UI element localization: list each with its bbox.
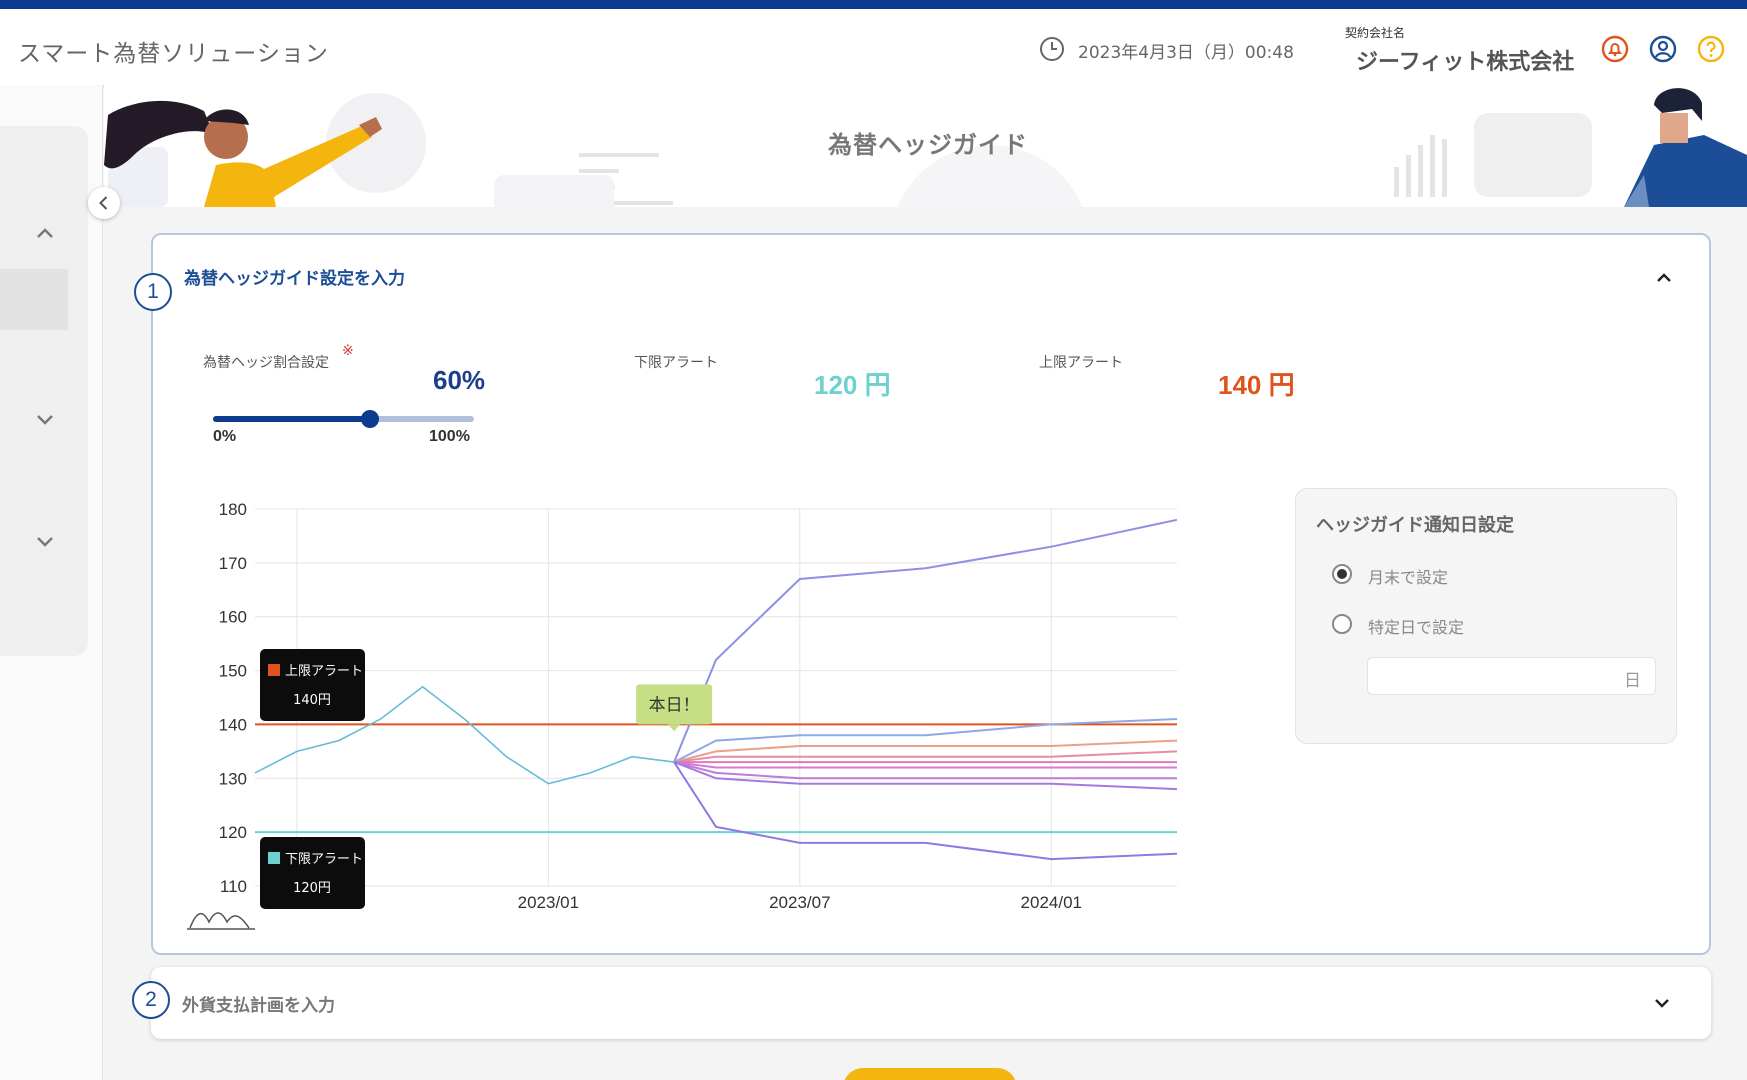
forecast-series-line	[673, 739, 1178, 764]
help-icon[interactable]	[1696, 34, 1726, 64]
y-tick-label: 180	[219, 500, 247, 519]
radio-label: 特定日で設定	[1368, 618, 1465, 637]
primary-action-button[interactable]	[843, 1068, 1017, 1080]
alert-badge-label: 上限アラート	[285, 664, 363, 679]
hedge-ratio-value: 60%	[433, 365, 486, 395]
alert-badge-value: 140円	[293, 693, 331, 708]
company-label: 契約会社名	[1345, 26, 1406, 40]
specific-day-input[interactable]: 日	[1367, 657, 1656, 695]
y-tick-label: 140	[219, 715, 247, 734]
chevron-up-icon[interactable]	[31, 220, 59, 248]
upper-alert-label: 上限アラート	[1039, 355, 1123, 371]
hedge-ratio-label: 為替ヘッジ割合設定	[203, 355, 329, 371]
company-name: ジーフィット株式会社	[1356, 50, 1575, 75]
sidebar-collapse-button[interactable]	[88, 187, 120, 219]
radio-label: 月末で設定	[1368, 568, 1449, 587]
app-header: スマート為替ソリューション 2023年4月3日（月）00:48 契約会社名 ジー…	[0, 9, 1747, 85]
step-number-badge: 1	[134, 273, 172, 311]
x-tick-label: 2024/01	[1021, 893, 1082, 912]
y-tick-label: 170	[219, 554, 247, 573]
sidebar-item-active[interactable]	[0, 269, 68, 330]
sidebar-panel	[0, 126, 88, 656]
chevron-up-icon[interactable]	[1651, 265, 1677, 291]
clock-icon	[1040, 37, 1064, 61]
required-mark: ※	[342, 343, 354, 359]
lower-alert-label: 下限アラート	[634, 355, 718, 371]
current-datetime: 2023年4月3日（月）00:48	[1078, 43, 1294, 63]
today-label: 本日！	[649, 695, 700, 715]
chevron-down-icon[interactable]	[1649, 990, 1675, 1016]
y-tick-label: 120	[219, 823, 247, 842]
x-tick-label: 2023/01	[518, 893, 579, 912]
chevron-down-icon[interactable]	[31, 527, 59, 555]
lower-alert-value: 120 円	[814, 370, 891, 400]
slider-fill	[213, 416, 370, 422]
today-badge: 本日！	[636, 684, 713, 732]
alert-badge-label: 下限アラート	[285, 852, 363, 867]
day-unit-label: 日	[1624, 671, 1641, 691]
chart-wave-icon	[187, 912, 255, 930]
radio-button[interactable]	[1332, 614, 1352, 634]
forecast-series-line	[673, 750, 1178, 764]
section-title[interactable]: 外貨支払計画を入力	[182, 991, 335, 1016]
slider-max-label: 100%	[429, 428, 470, 445]
step-number-badge: 2	[132, 981, 170, 1019]
forecast-series-line	[673, 718, 1178, 763]
chevron-down-icon[interactable]	[31, 405, 59, 433]
page-title: 為替ヘッジガイド	[828, 131, 1028, 159]
y-tick-label: 110	[220, 877, 247, 896]
account-icon[interactable]	[1648, 34, 1678, 64]
notification-bell-icon[interactable]	[1600, 34, 1630, 64]
forecast-series-line	[673, 761, 1177, 780]
app-title: スマート為替ソリューション	[18, 41, 329, 67]
top-accent-bar	[0, 0, 1747, 9]
y-tick-label: 130	[219, 769, 247, 788]
slider-min-label: 0%	[213, 428, 237, 445]
notification-panel-title: ヘッジガイド通知日設定	[1316, 515, 1514, 536]
upper-alert-value: 140 円	[1218, 370, 1295, 400]
forecast-series-line	[673, 761, 1178, 861]
alert-badge-value: 120円	[293, 881, 331, 896]
hedge-ratio-slider[interactable]	[213, 410, 474, 428]
radio-button[interactable]	[1332, 564, 1352, 584]
section-title[interactable]: 為替ヘッジガイド設定を入力	[184, 264, 405, 289]
y-tick-label: 150	[219, 662, 247, 681]
exchange-rate-chart: 180 170 160 150 140 130 120 110 2023/01 2023/07 20…	[187, 500, 1178, 930]
payment-plan-card[interactable]: 2 外貨支払計画を入力	[132, 967, 1711, 1039]
notification-date-panel: ヘッジガイド通知日設定 月末で設定 特定日で設定 日	[1295, 488, 1677, 744]
forecast-series-line	[673, 518, 1178, 763]
upper-alert-badge: 上限アラート 140円	[260, 649, 365, 721]
slider-thumb[interactable]	[360, 410, 379, 428]
y-tick-label: 160	[219, 608, 247, 627]
lower-alert-badge: 下限アラート 120円	[260, 837, 365, 909]
x-tick-label: 2023/07	[769, 893, 830, 912]
